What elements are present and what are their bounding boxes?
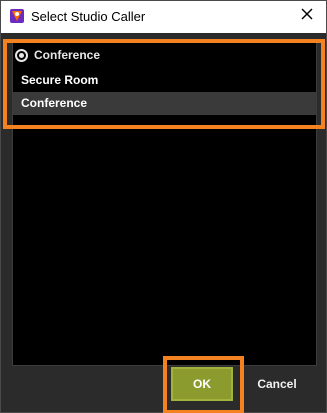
option-secure-room[interactable]: Secure Room — [13, 69, 316, 92]
option-conference[interactable]: Conference — [13, 92, 316, 115]
dialog-content: Conference Secure Room Conference OK Can… — [1, 33, 326, 413]
select-studio-caller-dialog: Select Studio Caller Conference Secure R… — [0, 0, 327, 413]
window-title: Select Studio Caller — [31, 9, 146, 24]
ok-button[interactable]: OK — [171, 367, 233, 401]
close-icon — [301, 7, 313, 25]
app-icon — [10, 9, 24, 23]
close-button[interactable] — [296, 5, 318, 27]
current-selection-radio[interactable]: Conference — [15, 45, 100, 65]
cancel-button[interactable]: Cancel — [246, 367, 308, 401]
current-selection-label: Conference — [34, 48, 101, 62]
title-bar: Select Studio Caller — [1, 1, 326, 33]
radio-selected-icon — [15, 48, 28, 62]
